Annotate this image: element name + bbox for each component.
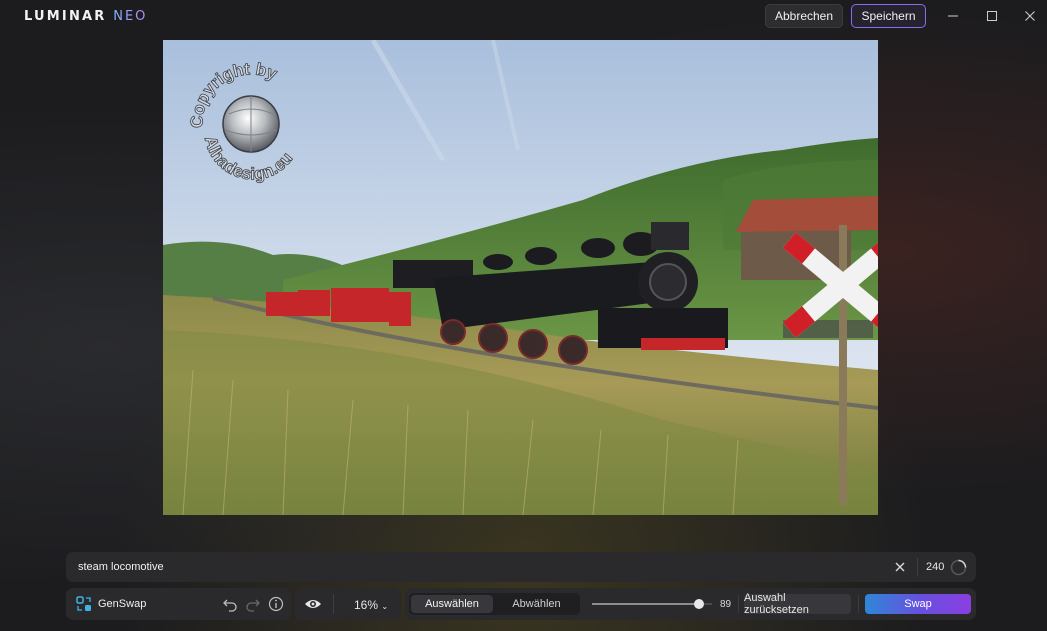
divider xyxy=(858,595,859,613)
chevron-down-icon: ⌄ xyxy=(381,602,389,611)
minimize-icon[interactable] xyxy=(943,6,963,26)
maximize-icon[interactable] xyxy=(982,6,1002,26)
brush-size-slider[interactable] xyxy=(592,599,712,609)
image-canvas[interactable]: Copyright by Alhadesign.eu xyxy=(163,40,878,515)
redo-icon[interactable] xyxy=(245,596,261,617)
save-button[interactable]: Speichern xyxy=(851,4,926,28)
brush-size-fill xyxy=(592,603,699,605)
zoom-dropdown[interactable]: 16% ⌄ xyxy=(354,598,388,612)
title-bar: LUMINAR NEO Abbrechen Speichern xyxy=(0,0,1047,32)
deselect-mode-button[interactable]: Abwählen xyxy=(495,595,578,613)
brush-size-value: 89 xyxy=(720,599,732,610)
close-window-icon[interactable] xyxy=(1020,6,1040,26)
info-icon[interactable] xyxy=(268,596,284,617)
brush-size-thumb[interactable] xyxy=(693,599,704,609)
loading-ring-icon xyxy=(950,559,967,581)
tool-panel: GenSwap xyxy=(66,588,291,620)
credit-counter: 240 xyxy=(926,561,945,573)
prompt-input[interactable] xyxy=(66,552,916,582)
tool-name: GenSwap xyxy=(98,598,147,610)
close-icon[interactable] xyxy=(893,560,907,574)
prompt-bar: 240 xyxy=(66,552,976,582)
genswap-icon xyxy=(76,596,92,617)
app-logo: LUMINAR NEO xyxy=(24,9,148,24)
prompt-divider xyxy=(917,558,918,576)
cancel-button[interactable]: Abbrechen xyxy=(765,4,843,28)
reset-selection-button[interactable]: Auswahl zurücksetzen xyxy=(744,592,851,616)
select-mode-button[interactable]: Auswählen xyxy=(411,595,493,613)
eye-icon[interactable] xyxy=(304,597,322,616)
selection-mode-toggle: Auswählen Abwählen xyxy=(409,593,580,615)
swap-button[interactable]: Swap xyxy=(865,594,971,614)
divider xyxy=(333,594,334,614)
divider xyxy=(738,595,739,613)
undo-icon[interactable] xyxy=(222,596,238,617)
